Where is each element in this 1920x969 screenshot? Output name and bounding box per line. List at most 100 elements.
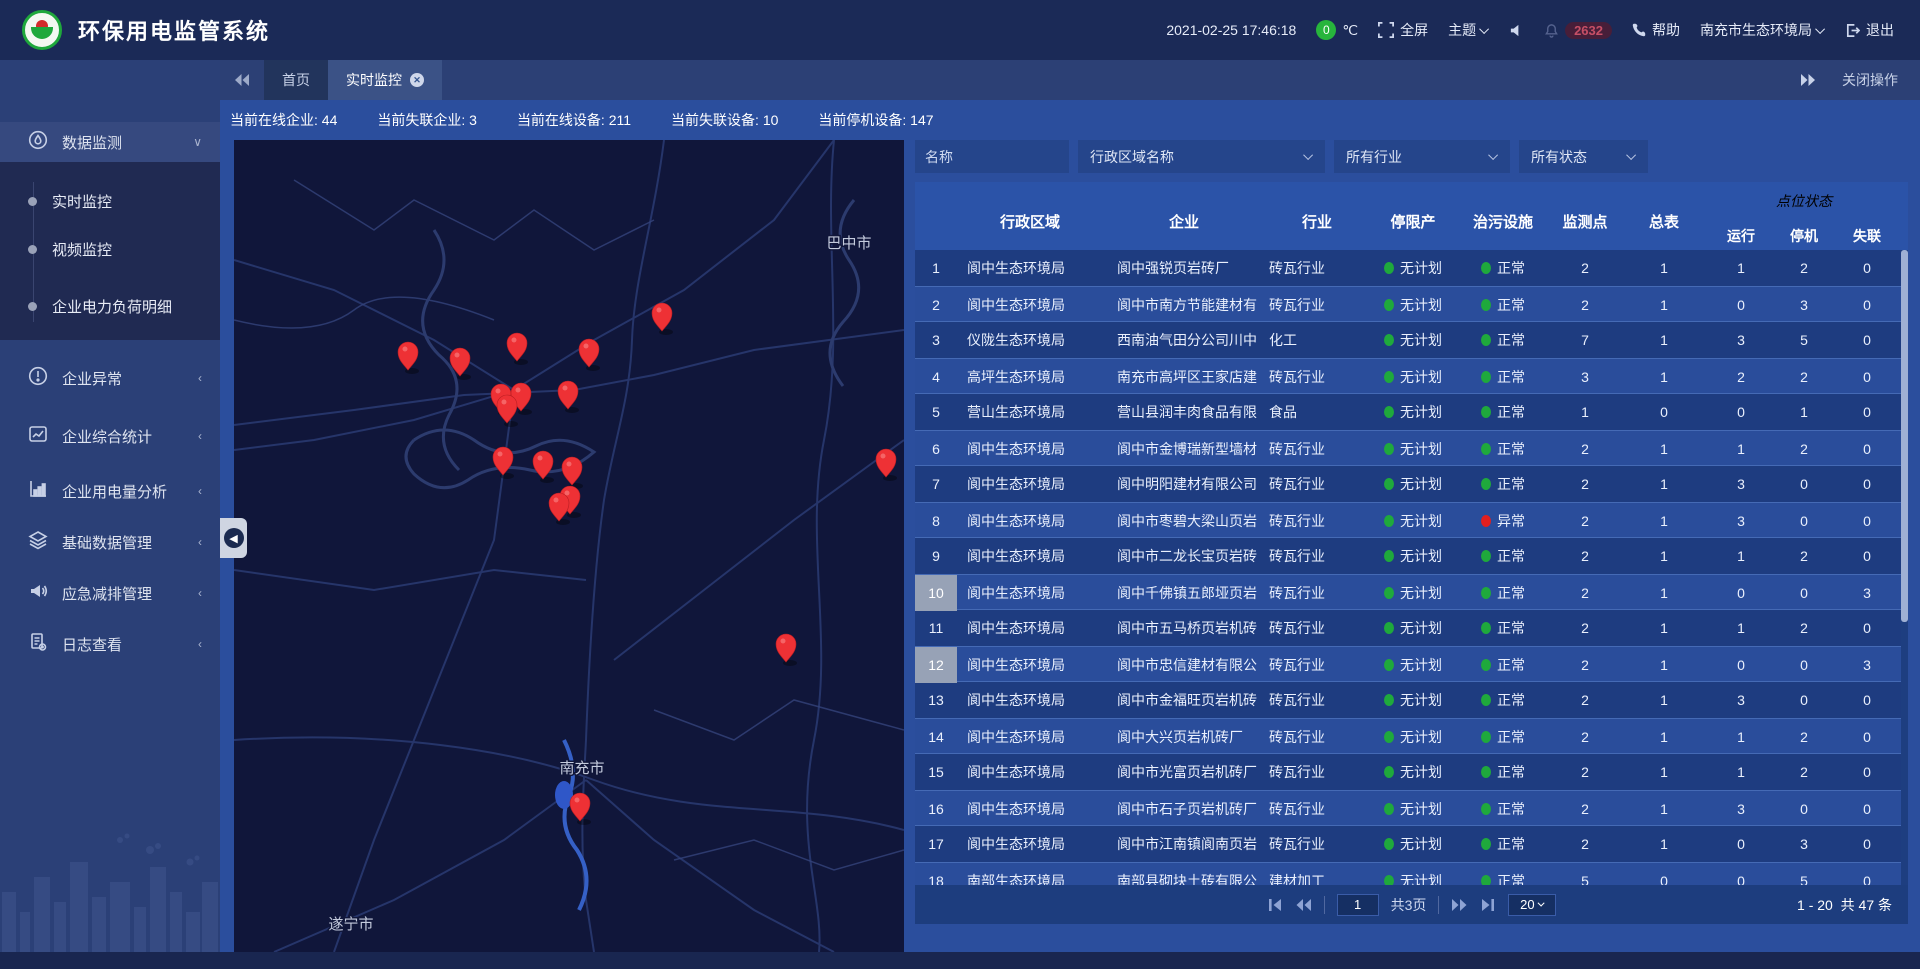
org-menu[interactable]: 南充市生态环境局 (1700, 20, 1825, 40)
map-city-label: 南充市 (559, 760, 604, 777)
cell-plan-status: 无计划 (1369, 546, 1457, 566)
region-filter-select[interactable]: 行政区域名称 (1078, 140, 1325, 173)
close-icon[interactable]: ✕ (410, 73, 424, 87)
sidebar-item-企业用电量分析[interactable]: 企业用电量分析‹ (0, 471, 220, 511)
cell-monitor-points: 3 (1549, 369, 1621, 385)
cell-stopped: 0 (1775, 476, 1833, 492)
stat-item: 当前在线企业: 44 (230, 110, 337, 130)
cell-running: 0 (1707, 404, 1775, 420)
sidebar-item-企业综合统计[interactable]: 企业综合统计‹ (0, 416, 220, 456)
table-row[interactable]: 12阆中生态环境局阆中市忠信建材有限公砖瓦行业无计划正常21003 (915, 646, 1908, 682)
cell-monitor-points: 2 (1549, 548, 1621, 564)
cell-lost: 0 (1833, 692, 1901, 708)
cell-region: 阆中生态环境局 (957, 834, 1103, 854)
cell-plan-status: 无计划 (1369, 402, 1457, 422)
cell-total-meters: 1 (1621, 729, 1707, 745)
map-city-label: 巴中市 (826, 235, 871, 252)
theme-menu[interactable]: 主题 (1448, 20, 1489, 40)
mute-button[interactable] (1509, 23, 1524, 38)
green-status-dot-icon (1481, 371, 1491, 383)
table-row[interactable]: 17阆中生态环境局阆中市江南镇阆南页岩砖瓦行业无计划正常21030 (915, 826, 1908, 862)
cell-region: 阆中生态环境局 (957, 727, 1103, 747)
table-row[interactable]: 4高坪生态环境局南充市高坪区王家店建砖瓦行业无计划正常31220 (915, 358, 1908, 394)
scrollbar-thumb[interactable] (1901, 250, 1908, 622)
cell-region: 阆中生态环境局 (957, 511, 1103, 531)
logout-button[interactable]: 退出 (1845, 20, 1894, 40)
cell-running: 0 (1707, 585, 1775, 601)
chart-icon (28, 479, 48, 503)
cell-running: 0 (1707, 836, 1775, 852)
prev-page-button[interactable] (1295, 899, 1312, 911)
first-page-icon (1267, 899, 1283, 911)
table-row[interactable]: 1阆中生态环境局阆中强锐页岩砖厂砖瓦行业无计划正常21120 (915, 250, 1908, 286)
cell-facility-status: 正常 (1457, 762, 1549, 782)
status-filter-select[interactable]: 所有状态 (1519, 140, 1648, 173)
row-number: 9 (915, 538, 957, 574)
table-row[interactable]: 7阆中生态环境局阆中明阳建材有限公司砖瓦行业无计划正常21300 (915, 466, 1908, 502)
table-row[interactable]: 6阆中生态环境局阆中市金博瑞新型墙材砖瓦行业无计划正常21120 (915, 430, 1908, 466)
page-size-select[interactable]: 20 (1508, 894, 1556, 916)
tab-实时监控[interactable]: 实时监控✕ (328, 60, 442, 100)
table-row[interactable]: 3仪陇生态环境局西南油气田分公司川中化工无计划正常71350 (915, 322, 1908, 358)
name-filter-input[interactable] (915, 140, 1069, 173)
row-number: 17 (915, 826, 957, 862)
tabs-scroll-left-button[interactable] (220, 60, 264, 100)
table-row[interactable]: 10阆中生态环境局阆中千佛镇五郎垭页岩砖瓦行业无计划正常21003 (915, 574, 1908, 610)
double-chevron-right-icon[interactable] (1800, 74, 1816, 86)
stats-bar: 当前在线企业: 44当前失联企业: 3当前在线设备: 211当前失联设备: 10… (220, 100, 1920, 140)
cell-lost: 0 (1833, 513, 1901, 529)
last-page-button[interactable] (1480, 899, 1496, 911)
page-number-input[interactable] (1337, 894, 1379, 916)
tab-首页[interactable]: 首页 (264, 60, 328, 100)
map-collapse-handle[interactable]: ◀ (220, 518, 247, 558)
gauge-icon (28, 130, 48, 154)
table-scrollbar[interactable] (1901, 250, 1908, 885)
fullscreen-button[interactable]: 全屏 (1378, 20, 1428, 40)
next-page-button[interactable] (1451, 899, 1468, 911)
chevron-down-icon (1626, 150, 1636, 160)
table-row[interactable]: 8阆中生态环境局阆中市枣碧大梁山页岩砖瓦行业无计划异常21300 (915, 502, 1908, 538)
industry-filter-select[interactable]: 所有行业 (1334, 140, 1510, 173)
cell-monitor-points: 2 (1549, 692, 1621, 708)
sidebar-item-应急减排管理[interactable]: 应急减排管理‹ (0, 573, 220, 613)
green-status-dot-icon (1481, 875, 1491, 885)
table-row[interactable]: 18南部生态环境局南部县砌块土砖有限公建材加工无计划正常50050 (915, 862, 1908, 885)
sidebar-item-数据监测[interactable]: 数据监测∨ (0, 122, 220, 162)
table-row[interactable]: 2阆中生态环境局阆中市南方节能建材有砖瓦行业无计划正常21030 (915, 286, 1908, 322)
notifications[interactable]: 2632 (1544, 22, 1612, 39)
table-row[interactable]: 13阆中生态环境局阆中市金福旺页岩机砖砖瓦行业无计划正常21300 (915, 682, 1908, 718)
cell-industry: 砖瓦行业 (1265, 546, 1369, 566)
cell-industry: 砖瓦行业 (1265, 474, 1369, 494)
map-panel[interactable]: 巴中市南充市遂宁市 (234, 140, 904, 952)
cell-facility-status: 正常 (1457, 258, 1549, 278)
app-title: 环保用电监管系统 (78, 14, 270, 46)
sidebar-item-日志查看[interactable]: 日志查看‹ (0, 624, 220, 664)
green-status-dot-icon (1384, 875, 1394, 885)
table-row[interactable]: 14阆中生态环境局阆中大兴页岩机砖厂砖瓦行业无计划正常21120 (915, 718, 1908, 754)
table-row[interactable]: 11阆中生态环境局阆中市五马桥页岩机砖砖瓦行业无计划正常21120 (915, 610, 1908, 646)
table-row[interactable]: 15阆中生态环境局阆中市光富页岩机砖厂砖瓦行业无计划正常21120 (915, 754, 1908, 790)
double-chevron-left-icon (234, 74, 250, 86)
cell-industry: 化工 (1265, 330, 1369, 350)
cell-stopped: 2 (1775, 729, 1833, 745)
sidebar-subitem-企业电力负荷明细[interactable]: 企业电力负荷明细 (0, 289, 220, 323)
table-row[interactable]: 9阆中生态环境局阆中市二龙长宝页岩砖砖瓦行业无计划正常21120 (915, 538, 1908, 574)
sidebar-subitem-实时监控[interactable]: 实时监控 (0, 184, 220, 218)
cell-plan-status: 无计划 (1369, 330, 1457, 350)
help-button[interactable]: 帮助 (1632, 20, 1680, 40)
map-canvas[interactable]: 巴中市南充市遂宁市 (234, 140, 904, 952)
cell-total-meters: 1 (1621, 297, 1707, 313)
table-row[interactable]: 16阆中生态环境局阆中市石子页岩机砖厂砖瓦行业无计划正常21300 (915, 790, 1908, 826)
row-number: 11 (915, 610, 957, 646)
cell-stopped: 2 (1775, 260, 1833, 276)
close-operations-button[interactable]: 关闭操作 (1842, 70, 1898, 90)
cell-company: 阆中市光富页岩机砖厂 (1103, 762, 1265, 782)
sidebar-subitem-视频监控[interactable]: 视频监控 (0, 232, 220, 266)
cell-region: 阆中生态环境局 (957, 618, 1103, 638)
sidebar-item-基础数据管理[interactable]: 基础数据管理‹ (0, 522, 220, 562)
first-page-button[interactable] (1267, 899, 1283, 911)
table-row[interactable]: 5营山生态环境局营山县润丰肉食品有限食品无计划正常10010 (915, 394, 1908, 430)
cell-industry: 砖瓦行业 (1265, 727, 1369, 747)
cell-running: 1 (1707, 620, 1775, 636)
sidebar-item-企业异常[interactable]: 企业异常‹ (0, 358, 220, 398)
